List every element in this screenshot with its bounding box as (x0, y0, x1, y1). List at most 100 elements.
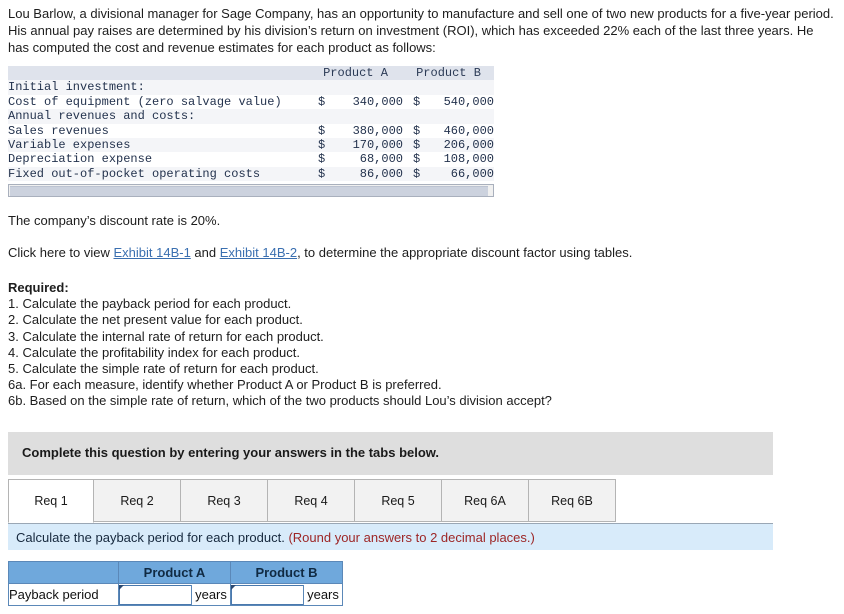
header-blank (8, 66, 308, 81)
currency-symbol: $ (413, 138, 421, 153)
tab-req-4[interactable]: Req 4 (267, 479, 355, 522)
payback-period-input-product-a[interactable] (119, 584, 191, 605)
tab-label: Req 6A (464, 494, 506, 508)
table-row: Depreciation expense $68,000 $108,000 (8, 152, 494, 167)
answer-row-payback-period: Payback period years years (8, 583, 343, 606)
currency-symbol: $ (318, 138, 326, 153)
answer-table-body: Payback period years years (8, 583, 343, 606)
table-header-row: Product A Product B (8, 66, 494, 81)
table-cell-product-a: $86,000 (308, 166, 403, 182)
required-item: 3. Calculate the internal rate of return… (8, 328, 324, 344)
input-a-wrapper (119, 584, 191, 605)
answer-cell-b-inner: years (231, 584, 342, 605)
unit-label-b: years (303, 584, 342, 605)
table-row: Sales revenues $380,000 $460,000 (8, 123, 494, 139)
tab-req-3[interactable]: Req 3 (180, 479, 268, 522)
table-cell-product-a (308, 80, 403, 95)
tab-label: Req 5 (381, 494, 415, 508)
payback-period-input-product-b[interactable] (231, 584, 303, 605)
exhibit-links-line: Click here to view Exhibit 14B-1 and Exh… (8, 245, 632, 260)
table-cell-product-a (308, 109, 403, 124)
table-cell-product-b: $460,000 (403, 123, 494, 139)
required-item: 4. Calculate the profitability index for… (8, 344, 300, 360)
table-row-label: Variable expenses (8, 138, 308, 153)
table-cell-product-b (403, 80, 494, 95)
table-row: Variable expenses $170,000 $206,000 (8, 138, 494, 153)
tab-req-6a[interactable]: Req 6A (441, 479, 529, 522)
answer-row-label: Payback period (8, 583, 119, 606)
requirement-tabs: Req 1 Req 2 Req 3 Req 4 Req 5 Req 6A Req 6B (8, 479, 773, 523)
instruction-text: Calculate the payback period for each pr… (16, 530, 535, 545)
scrollbar-thumb[interactable] (10, 186, 488, 196)
tab-label: Req 1 (34, 494, 68, 508)
instruction-rounding-note: (Round your answers to 2 decimal places.… (288, 530, 535, 545)
tab-label: Req 3 (207, 494, 241, 508)
complete-question-banner-text: Complete this question by entering your … (22, 445, 440, 460)
tab-req-1[interactable]: Req 1 (8, 479, 94, 523)
required-heading: Required: (8, 280, 69, 295)
required-item: 2. Calculate the net present value for e… (8, 312, 303, 328)
table-row-label: Sales revenues (8, 123, 308, 139)
required-section: Required: 1. Calculate the payback perio… (8, 280, 552, 410)
table-row-label: Initial investment: (8, 80, 308, 95)
table-body: Initial investment: Cost of equipment (ze… (8, 80, 494, 182)
tab-req-2[interactable]: Req 2 (93, 479, 181, 522)
exhibit-14b-2-link[interactable]: Exhibit 14B-2 (220, 245, 297, 260)
required-items: 1. Calculate the payback period for each… (8, 296, 552, 409)
table-row: Initial investment: (8, 80, 494, 95)
tab-label: Req 2 (120, 494, 154, 508)
table-cell-product-b: $540,000 (403, 94, 494, 110)
table-cell-product-a: $340,000 (308, 94, 403, 110)
input-b-wrapper (231, 584, 303, 605)
exhibit-14b-1-link[interactable]: Exhibit 14B-1 (113, 245, 190, 260)
table-row-label: Cost of equipment (zero salvage value) (8, 94, 308, 110)
cost-revenue-table: Product A Product B Initial investment: C… (8, 66, 494, 182)
answer-header-product-b: Product B (230, 561, 343, 584)
table-cell-product-a: $380,000 (308, 123, 403, 139)
tab-label: Req 6B (551, 494, 593, 508)
table-cell-product-b (403, 109, 494, 124)
instruction-main: Calculate the payback period for each pr… (16, 530, 289, 545)
table-cell-product-b: $206,000 (403, 138, 494, 153)
answer-table: Product A Product B Payback period years (8, 561, 343, 606)
answer-corner-cell (8, 561, 119, 584)
currency-symbol: $ (413, 166, 421, 181)
table-horizontal-scrollbar[interactable] (8, 184, 494, 197)
table-head: Product A Product B (8, 66, 494, 81)
table-row: Annual revenues and costs: (8, 109, 494, 124)
discount-rate-text: The company’s discount rate is 20%. (8, 213, 221, 228)
currency-symbol: $ (413, 94, 421, 109)
cost-revenue-table-container: Product A Product B Initial investment: C… (8, 66, 494, 182)
required-item: 5. Calculate the simple rate of return f… (8, 361, 319, 377)
tab-req-6b[interactable]: Req 6B (528, 479, 616, 522)
answer-cell-a-inner: years (119, 584, 230, 605)
instruction-bar: Calculate the payback period for each pr… (8, 523, 773, 550)
answer-table-head: Product A Product B (8, 561, 343, 584)
complete-question-banner: Complete this question by entering your … (8, 432, 773, 475)
table-row-label: Annual revenues and costs: (8, 109, 308, 124)
table-cell-product-b: $66,000 (403, 166, 494, 182)
currency-symbol: $ (318, 166, 326, 181)
answer-header-product-a: Product A (118, 561, 231, 584)
table-row-label: Depreciation expense (8, 152, 308, 167)
unit-label-a: years (191, 584, 230, 605)
answer-cell-product-b: years (230, 583, 343, 606)
currency-symbol: $ (318, 94, 326, 109)
table-row-label: Fixed out-of-pocket operating costs (8, 166, 308, 182)
click-here-lead: Click here to view (8, 245, 114, 260)
click-here-mid: and (190, 245, 220, 260)
click-here-tail: , to determine the appropriate discount … (297, 245, 633, 260)
currency-symbol: $ (318, 123, 326, 138)
required-item: 6a. For each measure, identify whether P… (8, 377, 442, 393)
table-row: Cost of equipment (zero salvage value) $3… (8, 94, 494, 110)
header-product-b: Product B (403, 66, 494, 81)
tab-label: Req 4 (294, 494, 328, 508)
table-cell-product-b: $108,000 (403, 152, 494, 167)
tab-req-5[interactable]: Req 5 (354, 479, 442, 522)
answer-cell-product-a: years (118, 583, 231, 606)
currency-symbol: $ (318, 152, 326, 167)
question-page: Lou Barlow, a divisional manager for Sag… (0, 0, 844, 614)
answer-header-row: Product A Product B (8, 561, 343, 584)
header-product-a: Product A (308, 66, 403, 81)
answer-table-container: Product A Product B Payback period years (8, 561, 343, 606)
